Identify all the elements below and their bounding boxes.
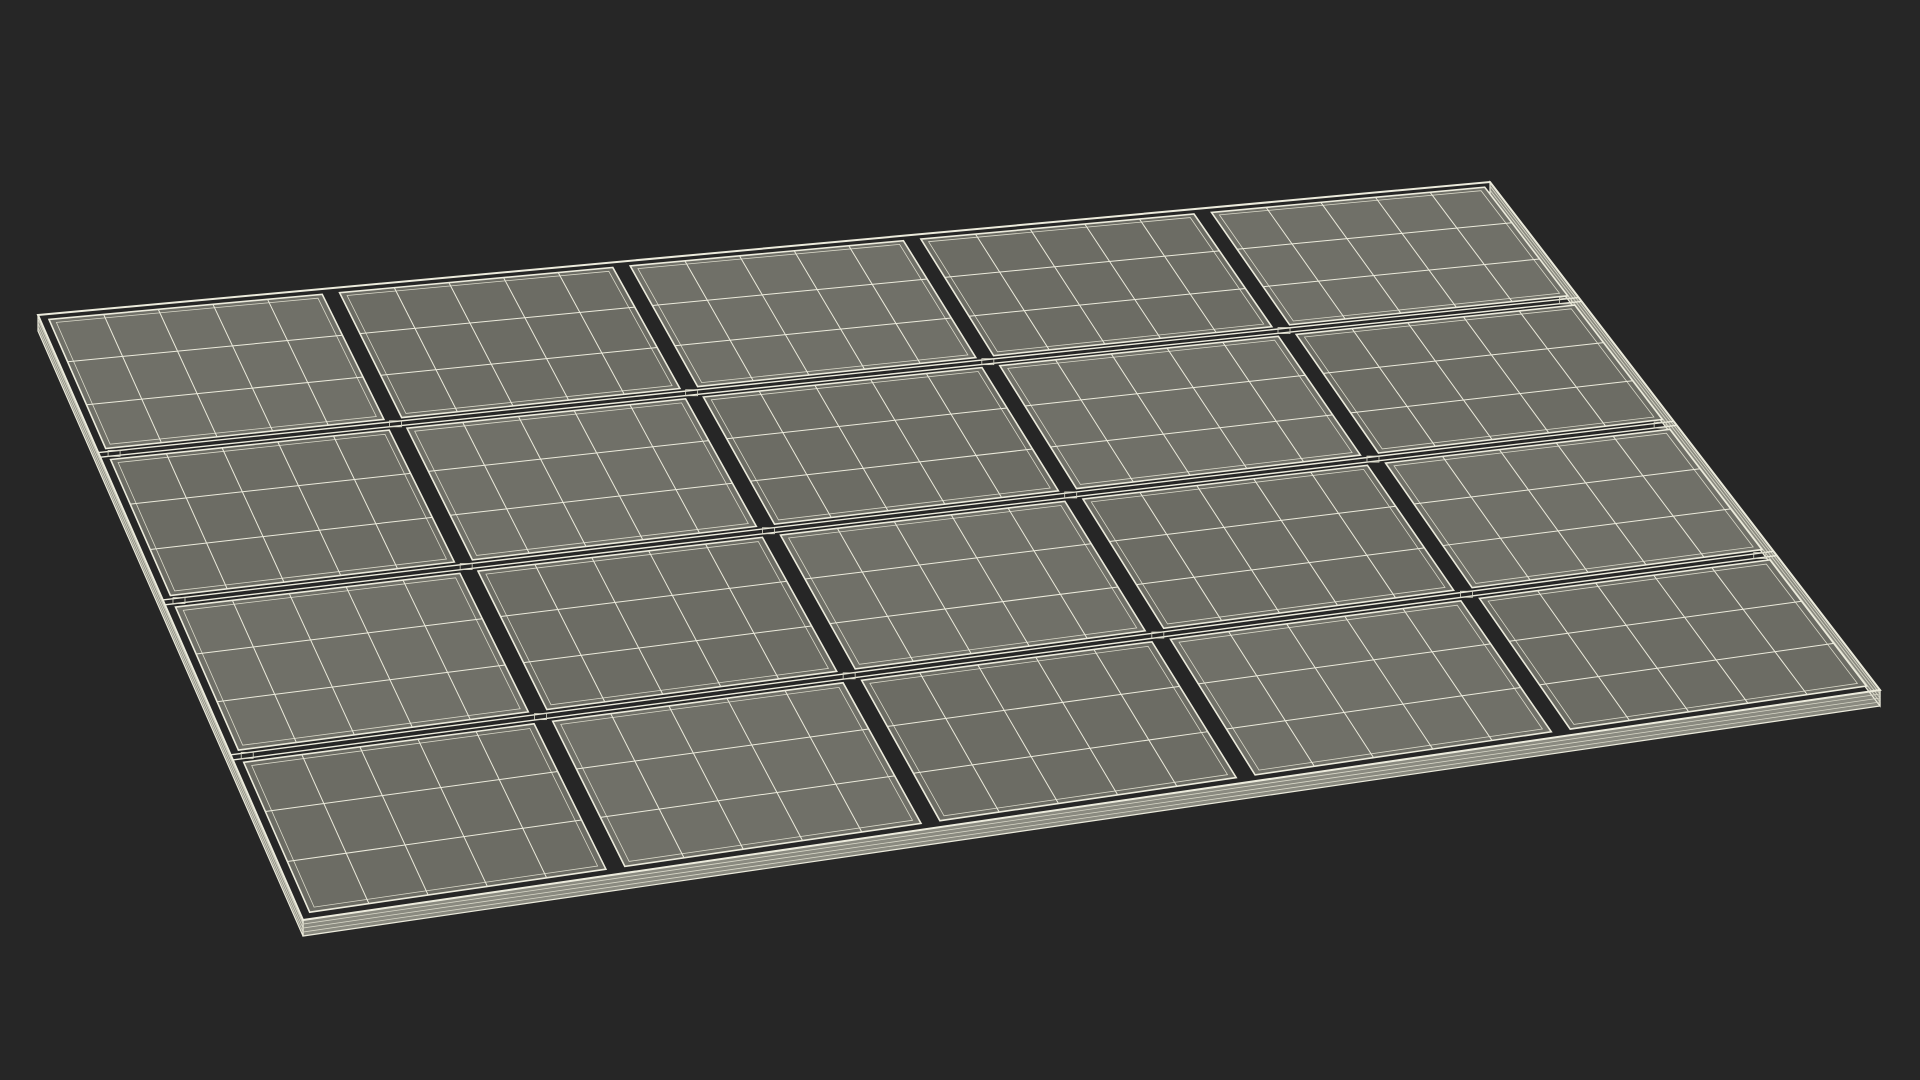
solar-panel [998,335,1362,490]
solar-panel [47,293,386,450]
solar-panel [1294,304,1664,454]
solar-panel [109,429,456,597]
3d-viewport[interactable] [0,0,1920,1080]
solar-panel-array [36,180,1882,937]
solar-panel [779,500,1147,670]
solar-panel [919,213,1274,357]
